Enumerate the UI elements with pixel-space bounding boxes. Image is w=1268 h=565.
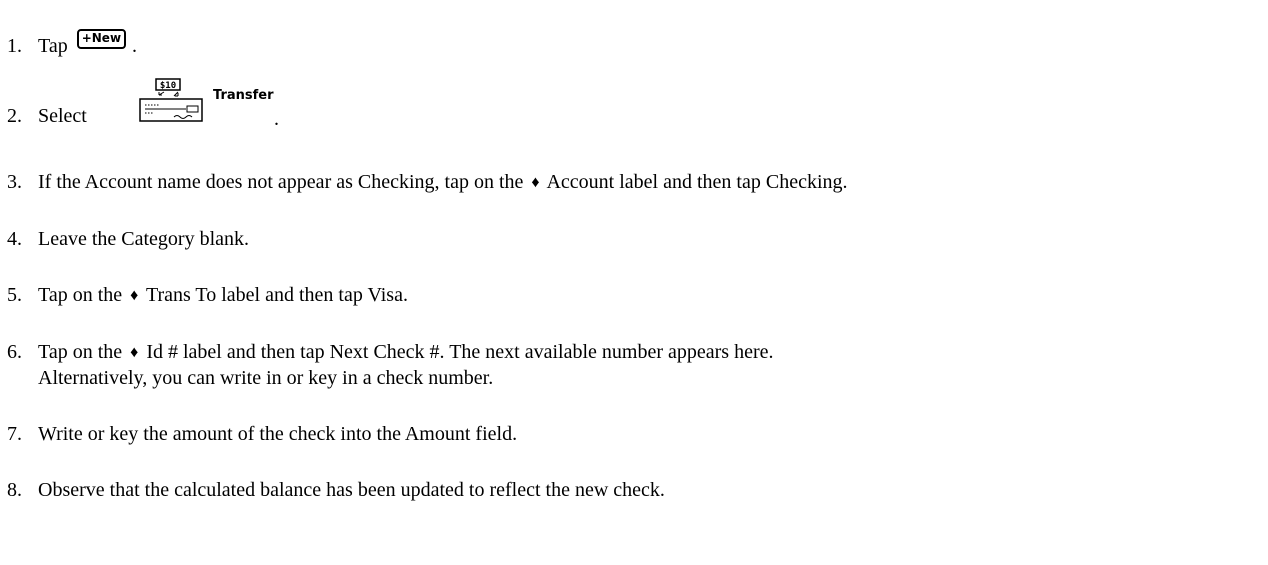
diamond-icon: ♦ <box>531 174 540 191</box>
step-number: 7. <box>7 423 22 445</box>
transfer-label: Transfer <box>213 88 274 103</box>
step-number: 8. <box>7 479 22 501</box>
transfer-icon[interactable]: $10 Transfer <box>134 78 274 136</box>
step-text: Select <box>38 105 87 127</box>
diamond-icon: ♦ <box>130 344 139 361</box>
step-text: Observe that the calculated balance has … <box>38 479 665 501</box>
step-number: 2. <box>7 105 22 127</box>
step-number: 4. <box>7 228 22 250</box>
step-number: 1. <box>7 35 22 57</box>
step-2-period: . <box>274 108 279 130</box>
diamond-icon: ♦ <box>130 287 139 304</box>
plus-icon: + <box>81 31 92 45</box>
step-number: 3. <box>7 171 22 193</box>
transfer-icon-amount: $10 <box>160 81 176 91</box>
step-text: Tap <box>38 35 68 57</box>
step-text: Write or key the amount of the check int… <box>38 423 518 445</box>
step-number: 5. <box>7 284 22 306</box>
new-button-label: New <box>91 31 122 45</box>
check-transfer-icon: $10 <box>139 78 203 122</box>
new-button[interactable]: +New <box>76 29 127 49</box>
step-text: Leave the Category blank. <box>38 228 250 250</box>
step-number: 6. <box>7 341 22 363</box>
